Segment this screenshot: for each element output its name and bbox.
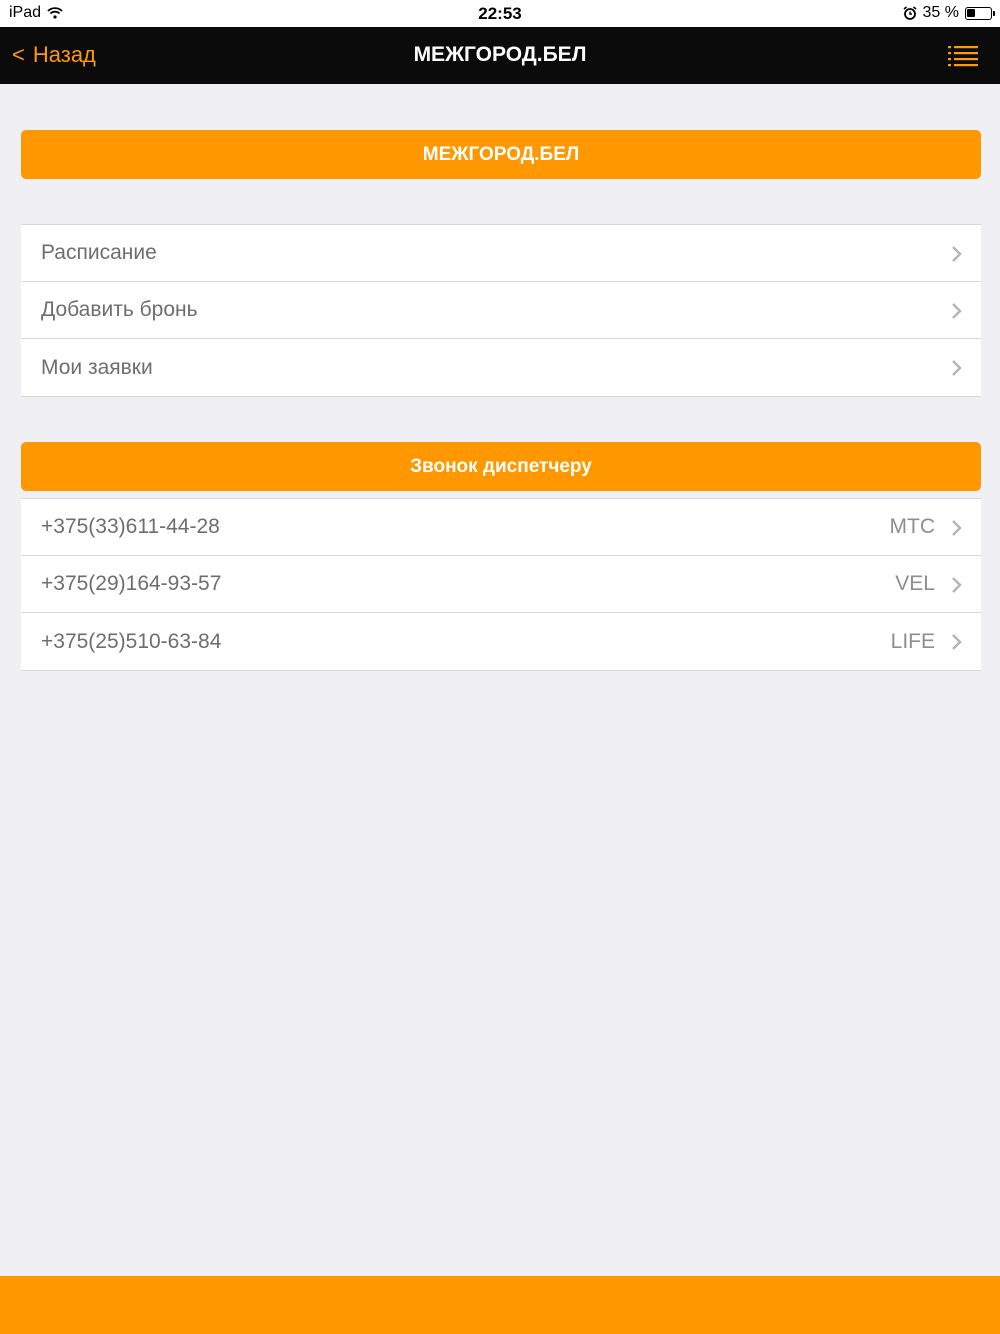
menu-item-label: Добавить бронь [41, 298, 198, 321]
dispatcher-call-label: Звонок диспетчеру [410, 455, 592, 477]
phone-number: +375(29)164-93-57 [41, 572, 222, 595]
phone-number: +375(25)510-63-84 [41, 629, 222, 653]
status-bar: iPad 22:53 35 % [0, 0, 1000, 27]
menu-item-schedule[interactable]: Расписание [21, 225, 981, 282]
phone-row-life[interactable]: +375(25)510-63-84 LIFE [21, 613, 981, 670]
phone-row-vel[interactable]: +375(29)164-93-57 VEL [21, 556, 981, 613]
phone-operator: MTC [889, 515, 936, 538]
alarm-icon [903, 6, 917, 20]
menu-list: Расписание Добавить бронь Мои заявки [21, 224, 981, 397]
nav-title: МЕЖГОРОД.БЕЛ [413, 43, 587, 66]
phone-operator: LIFE [890, 629, 935, 653]
status-time: 22:53 [478, 4, 522, 23]
menu-item-label: Мои заявки [41, 355, 153, 379]
menu-item-add-booking[interactable]: Добавить бронь [21, 282, 981, 339]
dispatcher-call-header: Звонок диспетчеру [21, 442, 981, 491]
chevron-right-icon [952, 360, 962, 376]
menu-item-label: Расписание [41, 241, 157, 264]
chevron-right-icon [952, 303, 962, 319]
chevron-right-icon [952, 246, 962, 262]
phone-list: +375(33)611-44-28 MTC +375(29)164-93-57 … [21, 498, 981, 671]
chevron-right-icon [952, 577, 962, 593]
battery-percent: 35 % [922, 4, 959, 21]
menu-list-icon[interactable] [948, 45, 978, 67]
status-right: 35 % [903, 4, 995, 22]
phone-number: +375(33)611-44-28 [41, 515, 220, 538]
phone-operator: VEL [895, 572, 935, 595]
brand-button[interactable]: МЕЖГОРОД.БЕЛ [21, 130, 981, 179]
battery-icon [965, 6, 995, 20]
menu-item-my-requests[interactable]: Мои заявки [21, 339, 981, 396]
chevron-right-icon [952, 520, 962, 536]
navigation-bar: < Назад МЕЖГОРОД.БЕЛ [0, 27, 1000, 84]
brand-button-label: МЕЖГОРОД.БЕЛ [422, 143, 580, 165]
chevron-right-icon [952, 634, 962, 650]
phone-row-mtc[interactable]: +375(33)611-44-28 MTC [21, 499, 981, 556]
bottom-bar [0, 1276, 1000, 1334]
app-screen: iPad 22:53 35 % < Назад МЕЖГОРОД.БЕЛ МЕЖ… [0, 0, 1000, 1334]
battery-fill [967, 8, 975, 17]
